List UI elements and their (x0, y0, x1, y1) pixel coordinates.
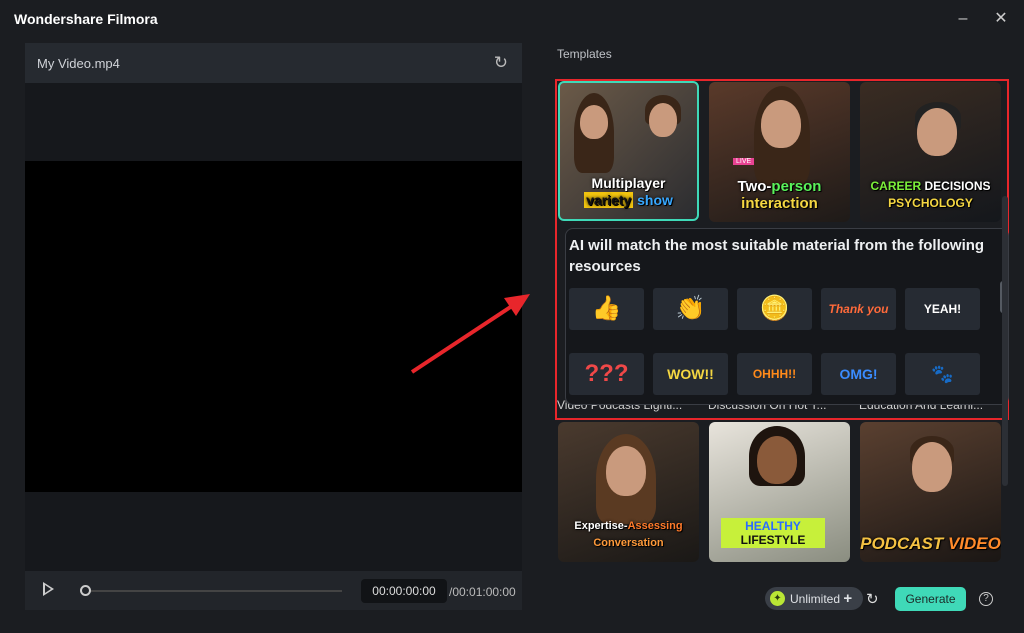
red-arrow (410, 294, 530, 374)
thumbs-up-sticker: 👍 (569, 288, 644, 330)
credits-label: Unlimited (790, 592, 841, 606)
template-podcast-video[interactable]: PODCAST VIDEO (860, 422, 1001, 562)
add-credits-icon[interactable]: + (843, 590, 852, 607)
yeah-sticker: YEAH! (905, 288, 980, 330)
caption: HEALTHY (745, 519, 801, 533)
ohhh-sticker: OHHH!! (737, 353, 812, 395)
minimize-icon[interactable]: – (952, 8, 974, 30)
templates-scrollbar[interactable] (1002, 196, 1008, 486)
caption: LIFESTYLE (740, 533, 806, 547)
omg-sticker: OMG! (821, 353, 896, 395)
duration: /00:01:00:00 (449, 585, 516, 599)
current-time-input[interactable]: 00:00:00:00 (361, 579, 447, 603)
progress-track[interactable] (83, 590, 342, 592)
caption: Assessing (627, 520, 683, 532)
caption: VIDEO (947, 534, 1001, 553)
close-icon[interactable]: ✕ (990, 8, 1012, 30)
progress-handle[interactable] (80, 585, 91, 596)
credits-pill[interactable]: ✦ Unlimited + (765, 587, 863, 610)
generate-button[interactable]: Generate (895, 587, 966, 611)
wow-sticker: WOW!! (653, 353, 728, 395)
flying-coin-sticker: 🪙 (737, 288, 812, 330)
credit-icon: ✦ (770, 591, 785, 606)
template-expertise-assessing[interactable]: Expertise-Assessing Conversation (558, 422, 699, 562)
title-bar: Wondershare Filmora – ✕ (0, 0, 1024, 38)
paw-prints-sticker: 🐾 (905, 353, 980, 395)
caption: Conversation (593, 537, 664, 549)
tooltip-text: AI will match the most suitable material… (569, 237, 985, 275)
help-icon[interactable]: ? (979, 592, 993, 606)
clap-sticker: 👏 (653, 288, 728, 330)
ai-resources-tooltip: AI will match the most suitable material… (565, 228, 1009, 405)
question-marks-sticker: ??? (569, 353, 644, 395)
file-name: My Video.mp4 (37, 56, 120, 71)
caption: PODCAST (860, 534, 944, 553)
play-icon[interactable] (43, 582, 54, 596)
refresh-icon[interactable]: ↻ (866, 590, 879, 608)
template-healthy-lifestyle[interactable]: HEALTHY LIFESTYLE (709, 422, 850, 562)
reset-icon[interactable]: ↻ (494, 53, 508, 73)
thank-you-sticker: Thank you (821, 288, 896, 330)
preview-header: My Video.mp4 ↻ (25, 43, 522, 83)
templates-heading: Templates (557, 47, 612, 61)
app-title: Wondershare Filmora (14, 11, 158, 27)
caption: Expertise- (574, 520, 628, 532)
player-controls: 00:00:00:00 /00:01:00:00 (25, 571, 522, 610)
